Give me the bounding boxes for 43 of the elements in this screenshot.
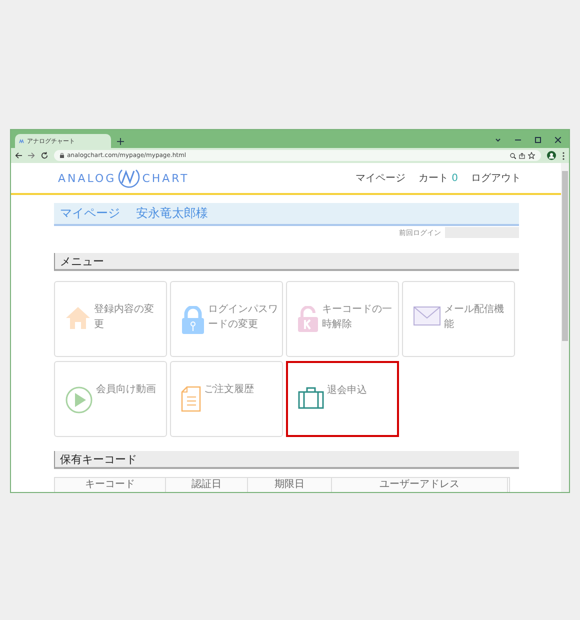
nav-link[interactable]: マイページ bbox=[356, 171, 406, 185]
document-icon bbox=[181, 386, 201, 412]
menu-tile[interactable]: キーコードの一時解除 bbox=[286, 281, 399, 357]
logo-text: CHART bbox=[142, 172, 190, 184]
logo-icon bbox=[19, 138, 24, 144]
nav-link[interactable]: ログアウト bbox=[471, 171, 521, 185]
minimize-icon[interactable] bbox=[515, 137, 521, 143]
play-icon bbox=[65, 386, 93, 414]
section-heading: メニュー bbox=[54, 253, 519, 271]
profile-icon[interactable] bbox=[547, 151, 556, 160]
maximize-icon[interactable] bbox=[535, 137, 541, 143]
nav-link[interactable]: カート 0 bbox=[418, 171, 458, 185]
envelope-icon bbox=[413, 306, 441, 326]
share-icon[interactable] bbox=[519, 152, 525, 158]
suitcase-icon bbox=[298, 387, 324, 409]
logo-text: ANALOG bbox=[58, 172, 116, 184]
user-name: 安永竜太郎様 bbox=[136, 205, 208, 222]
zoom-icon[interactable] bbox=[510, 152, 516, 158]
lock-icon bbox=[60, 153, 64, 158]
chevron-icon[interactable] bbox=[495, 137, 501, 143]
column-header: 期限日 bbox=[248, 478, 332, 492]
column-header: キーコード bbox=[55, 478, 166, 492]
menu-tile[interactable]: 退会申込 bbox=[286, 361, 399, 437]
padlock-icon bbox=[181, 306, 205, 334]
forward-icon[interactable] bbox=[28, 152, 35, 159]
close-icon[interactable] bbox=[555, 137, 561, 143]
menu-tile[interactable]: 登録内容の変更 bbox=[54, 281, 167, 357]
back-icon[interactable] bbox=[15, 152, 22, 159]
menu-tile[interactable]: ご注文履歴 bbox=[170, 361, 283, 437]
scrollbar[interactable] bbox=[561, 163, 569, 492]
menu-tile[interactable]: メール配信機能 bbox=[402, 281, 515, 357]
menu-icon[interactable] bbox=[562, 152, 565, 160]
reload-icon[interactable] bbox=[41, 152, 48, 159]
menu-tile[interactable]: ログインパスワードの変更 bbox=[170, 281, 283, 357]
page-title: マイページ bbox=[60, 205, 120, 222]
column-header: ユーザーアドレス bbox=[332, 478, 508, 492]
home-icon bbox=[65, 306, 91, 330]
section-heading: 保有キーコード bbox=[54, 451, 519, 469]
column-header: 認証日 bbox=[166, 478, 248, 492]
new-tab-icon[interactable] bbox=[117, 138, 124, 145]
star-icon[interactable] bbox=[528, 152, 535, 159]
padlock-icon bbox=[297, 306, 319, 332]
menu-tile[interactable]: 会員向け動画 bbox=[54, 361, 167, 437]
